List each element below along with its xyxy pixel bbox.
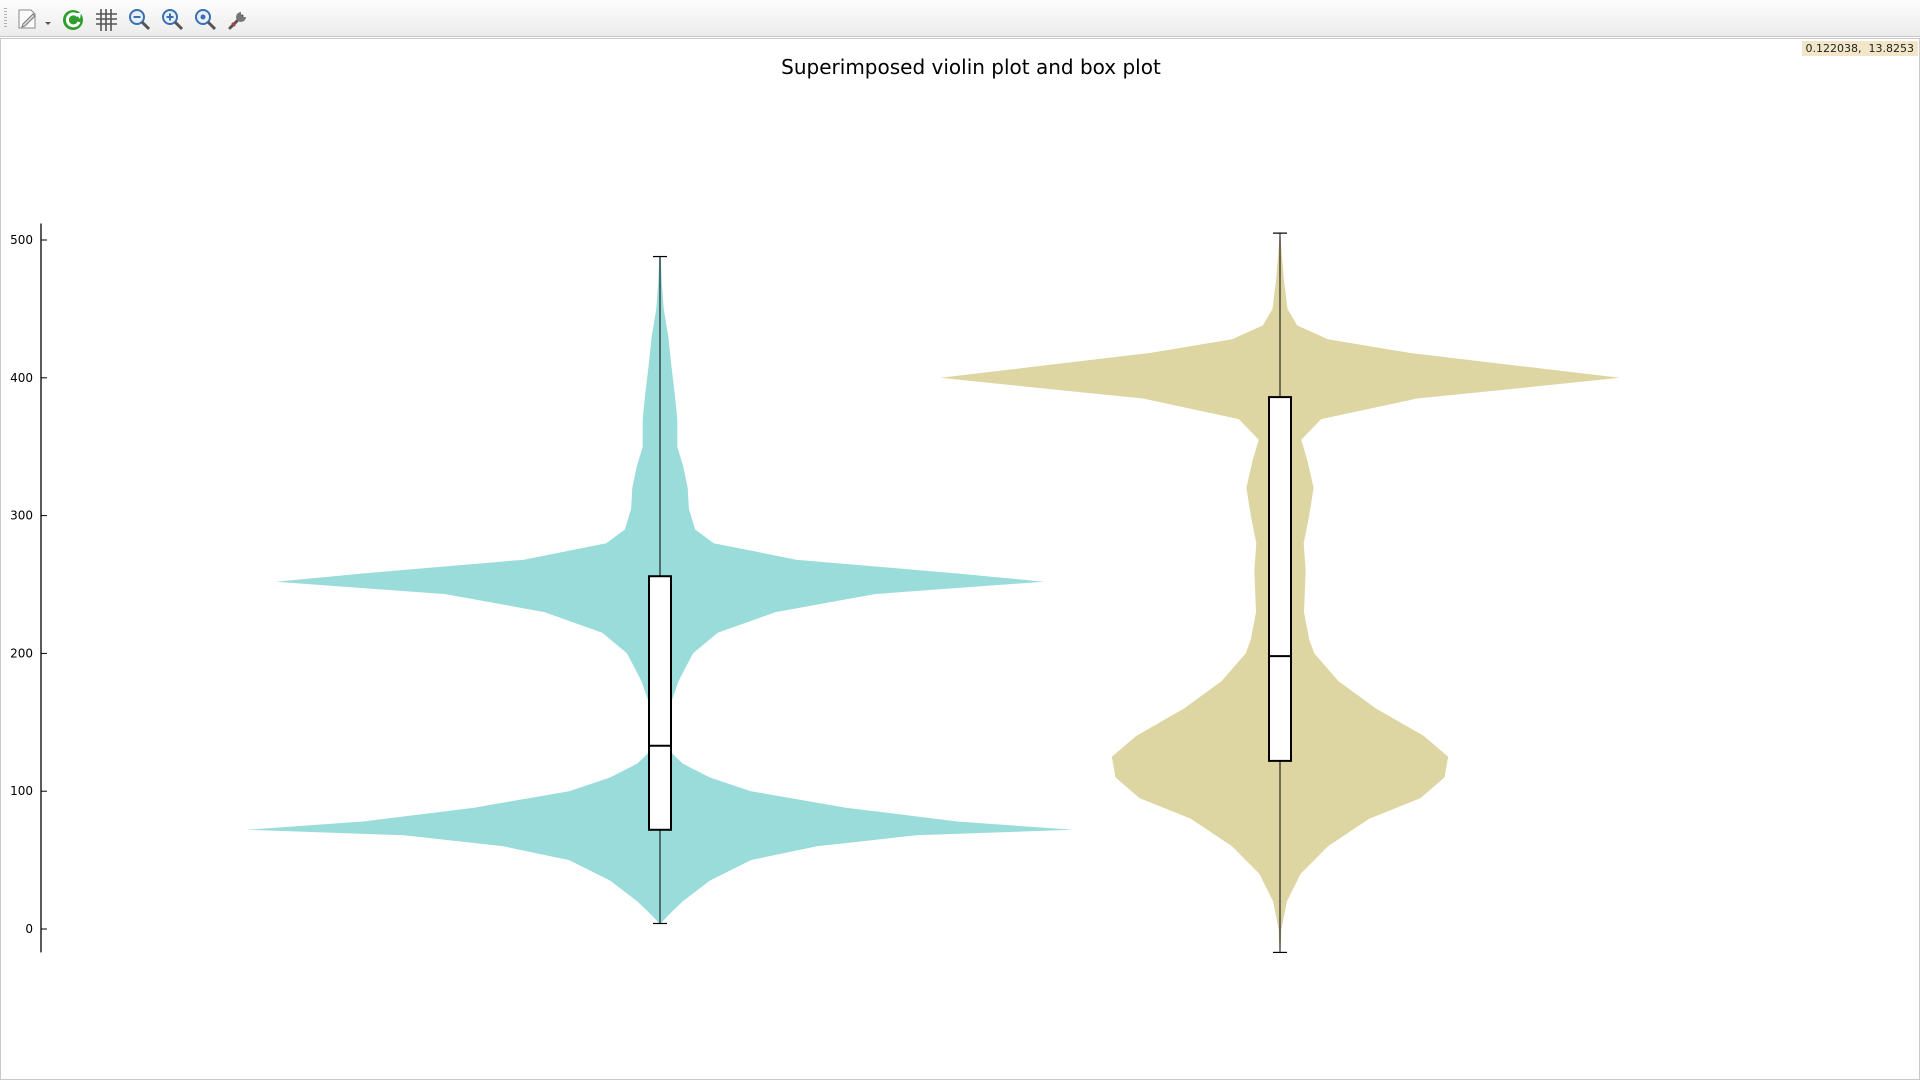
- box-1: [648, 575, 672, 831]
- box-2: [1268, 396, 1292, 762]
- y-tick-label: 100: [10, 784, 33, 798]
- y-tick-label: 200: [10, 646, 33, 660]
- y-tick-label: 500: [10, 233, 33, 247]
- y-tick-label: 300: [10, 509, 33, 523]
- y-tick-label: 0: [25, 922, 33, 936]
- chart-title: Superimposed violin plot and box plot: [781, 55, 1161, 79]
- y-tick-label: 400: [10, 371, 33, 385]
- violin-chart: Superimposed violin plot and box plot 0 1…: [10, 55, 1620, 954]
